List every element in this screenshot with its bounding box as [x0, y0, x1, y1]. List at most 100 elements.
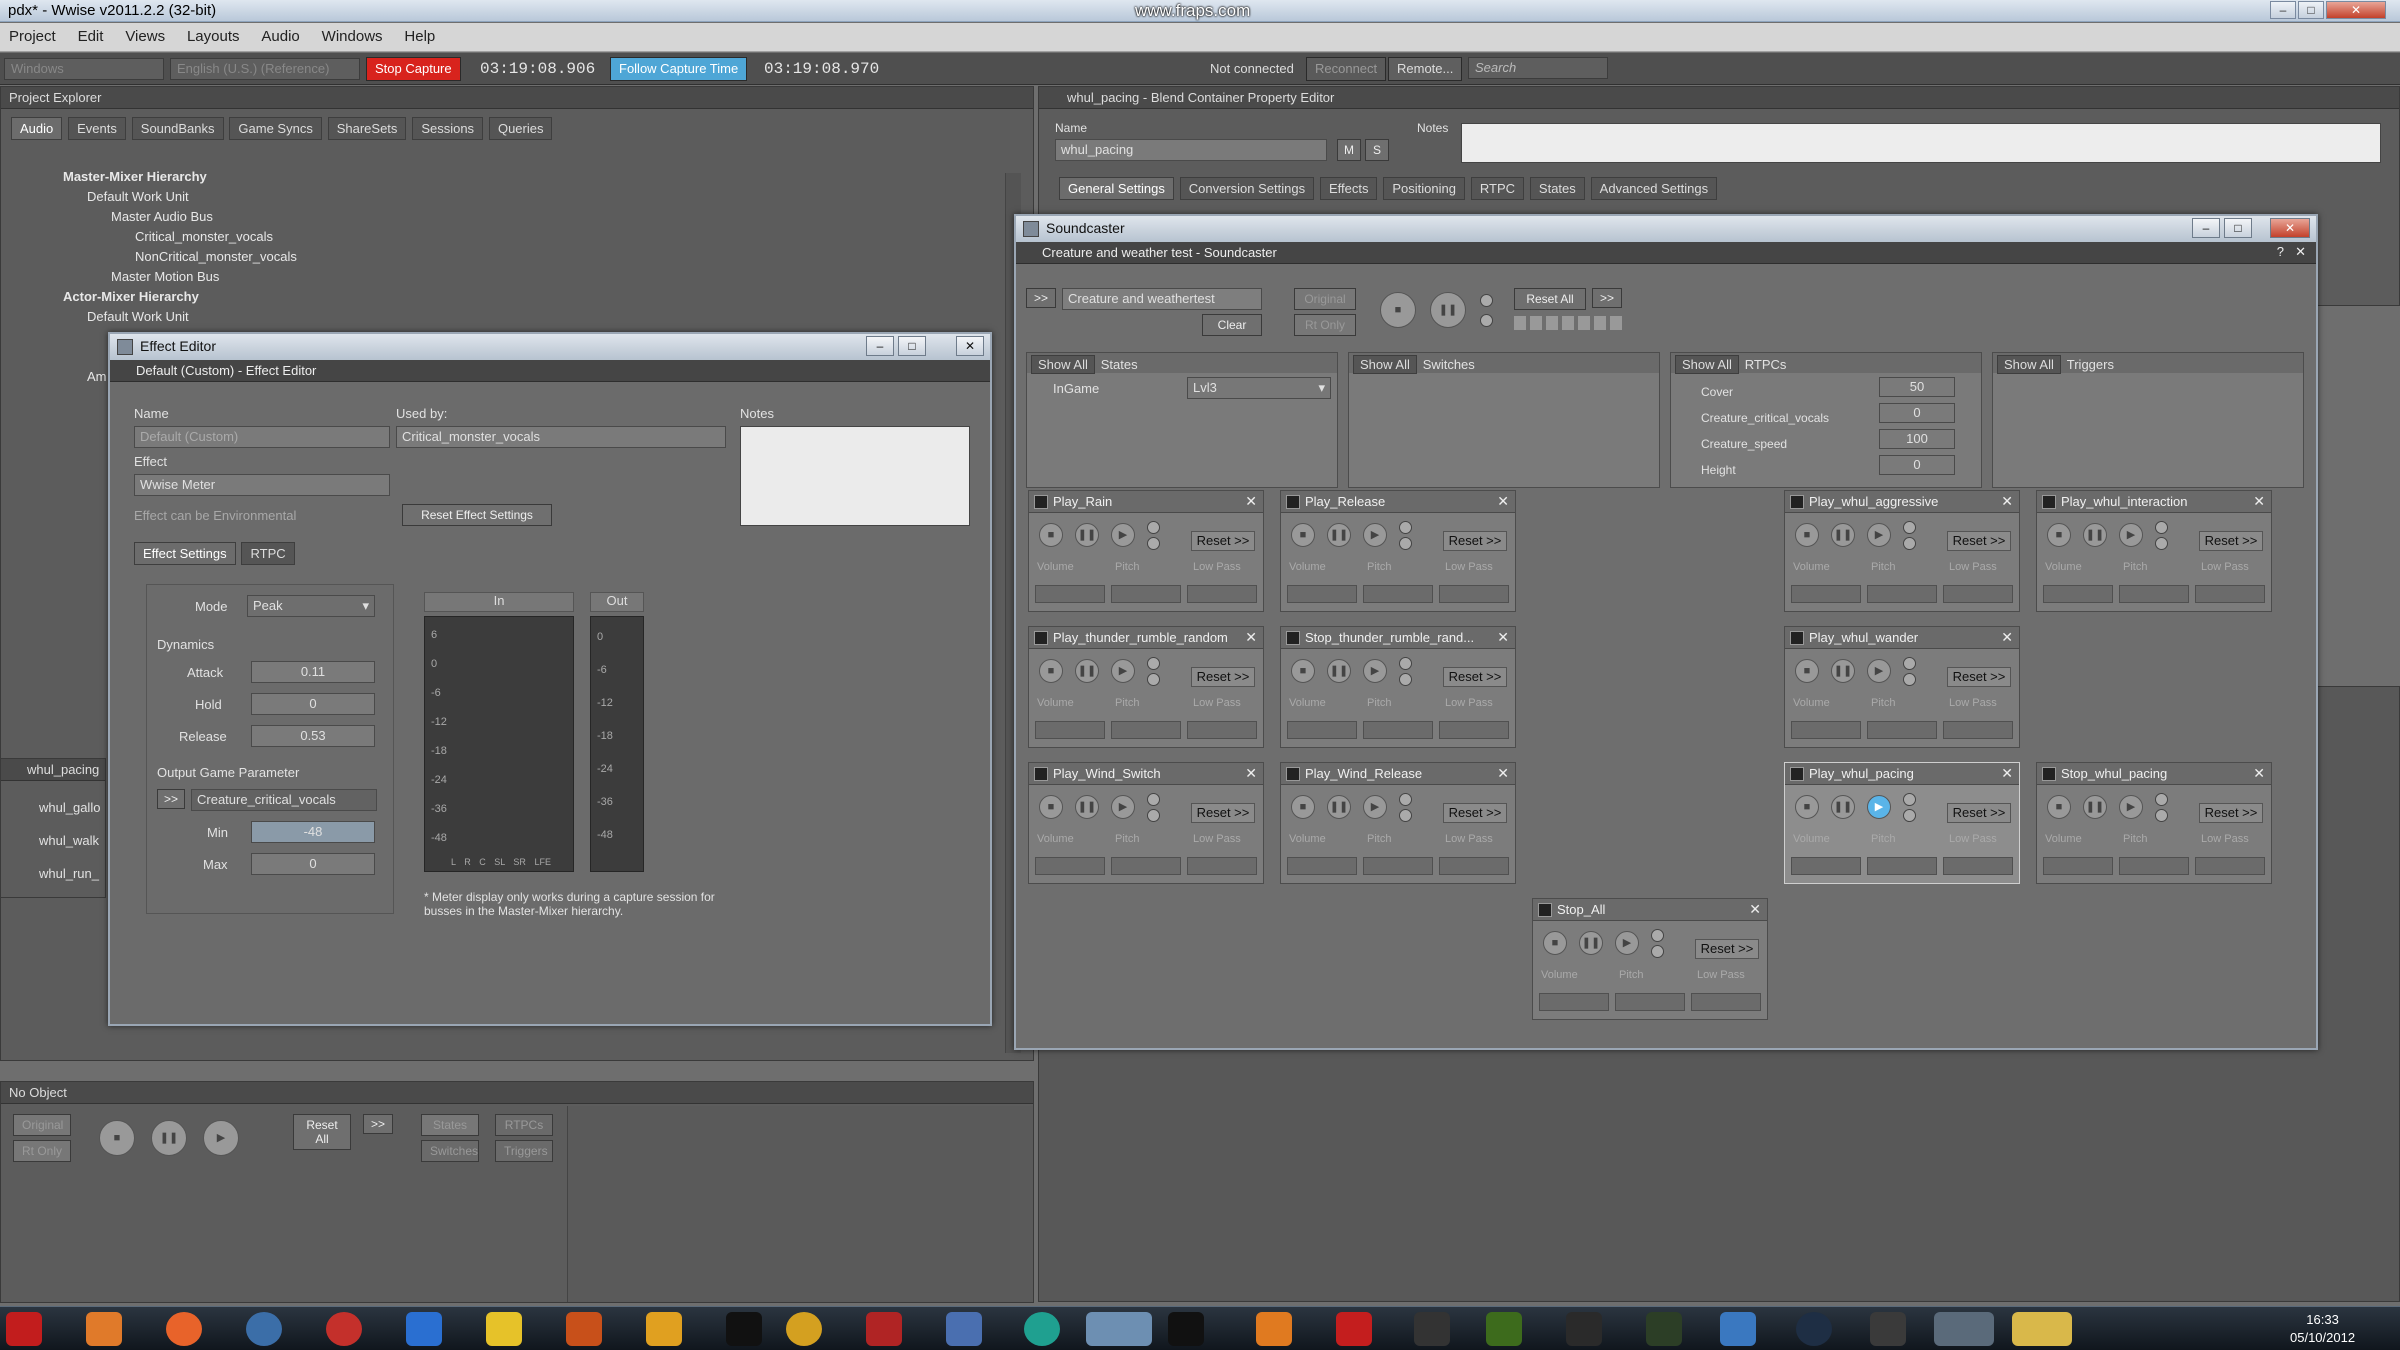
knob-icon[interactable]	[1903, 521, 1916, 534]
knob-icon[interactable]	[1399, 537, 1412, 550]
modifier-icons[interactable]	[1514, 316, 1624, 330]
close-icon[interactable]: ✕	[2001, 493, 2013, 510]
volume-slider[interactable]	[1035, 857, 1105, 875]
lowpass-slider[interactable]	[1943, 585, 2013, 603]
reset-all-button[interactable]: Reset All	[293, 1114, 351, 1150]
knob-icon[interactable]	[1903, 673, 1916, 686]
lowpass-slider[interactable]	[1943, 721, 2013, 739]
reconnect-button[interactable]: Reconnect	[1306, 57, 1387, 81]
stop-icon[interactable]: ■	[99, 1120, 135, 1156]
volume-slider[interactable]	[1287, 585, 1357, 603]
rtpc-cover-slider[interactable]: 50	[1879, 377, 1955, 397]
knob-icon[interactable]	[2155, 809, 2168, 822]
app-icon[interactable]	[326, 1312, 362, 1346]
knob-icon[interactable]	[1651, 945, 1664, 958]
tree-default-work-unit[interactable]: Default Work Unit	[21, 187, 297, 207]
app-icon[interactable]	[1934, 1312, 1994, 1346]
solo-button[interactable]: S	[1365, 139, 1389, 161]
app-icon[interactable]	[786, 1312, 822, 1346]
knob-icon[interactable]	[2155, 793, 2168, 806]
states-button[interactable]: States	[421, 1114, 479, 1136]
minimize-button[interactable]: –	[866, 336, 894, 356]
tree-actor-mixer[interactable]: Actor-Mixer Hierarchy	[21, 287, 297, 307]
lowpass-slider[interactable]	[1943, 857, 2013, 875]
tab-game-syncs[interactable]: Game Syncs	[229, 117, 322, 140]
rtpc-critical-slider[interactable]: 0	[1879, 403, 1955, 423]
search-input[interactable]: Search	[1468, 57, 1608, 79]
pause-icon[interactable]: ❚❚	[2083, 795, 2107, 819]
steam-icon[interactable]	[726, 1312, 762, 1346]
knob-icon[interactable]	[1147, 521, 1160, 534]
pitch-slider[interactable]	[1867, 585, 1937, 603]
app-icon[interactable]	[1646, 1312, 1682, 1346]
close-icon[interactable]: ✕	[1245, 765, 1257, 782]
tab-positioning[interactable]: Positioning	[1383, 177, 1465, 200]
stop-icon[interactable]: ■	[1291, 659, 1315, 683]
reset-effect-settings-button[interactable]: Reset Effect Settings	[402, 504, 552, 526]
rtpcs-button[interactable]: RTPCs	[495, 1114, 553, 1136]
ogp-field[interactable]: Creature_critical_vocals	[191, 789, 377, 811]
knob-icon[interactable]	[1399, 809, 1412, 822]
switches-show-all-button[interactable]: Show All	[1353, 355, 1417, 374]
reset-button[interactable]: Reset >>	[1695, 939, 1759, 959]
more-button[interactable]: >>	[363, 1114, 393, 1134]
close-icon[interactable]: ✕	[1497, 629, 1509, 646]
play-icon[interactable]: ▶	[1111, 795, 1135, 819]
close-icon[interactable]: ✕	[1749, 901, 1761, 918]
reset-button[interactable]: Reset >>	[2199, 803, 2263, 823]
stop-icon[interactable]: ■	[2047, 523, 2071, 547]
pitch-slider[interactable]	[2119, 857, 2189, 875]
list-item[interactable]: whul_gallo	[39, 791, 105, 824]
knob-icon[interactable]	[2155, 521, 2168, 534]
app-icon[interactable]	[866, 1312, 902, 1346]
lowpass-slider[interactable]	[1439, 857, 1509, 875]
pause-icon[interactable]: ❚❚	[1831, 659, 1855, 683]
volume-slider[interactable]	[1791, 857, 1861, 875]
attack-slider[interactable]: 0.11	[251, 661, 375, 683]
tab-sharesets[interactable]: ShareSets	[327, 117, 407, 140]
pause-icon[interactable]: ❚❚	[1327, 659, 1351, 683]
reset-button[interactable]: Reset >>	[1443, 803, 1507, 823]
pe-name-field[interactable]: whul_pacing	[1055, 139, 1327, 161]
play-icon[interactable]: ▶	[203, 1120, 239, 1156]
switches-button[interactable]: Switches	[421, 1140, 479, 1162]
knob-icon[interactable]	[1903, 537, 1916, 550]
play-icon[interactable]: ▶	[1615, 931, 1639, 955]
tab-audio[interactable]: Audio	[11, 117, 63, 140]
pause-icon[interactable]: ❚❚	[1831, 523, 1855, 547]
volume-slider[interactable]	[2043, 857, 2113, 875]
knob-icon[interactable]	[2155, 537, 2168, 550]
app-icon[interactable]	[946, 1312, 982, 1346]
menu-edit[interactable]: Edit	[69, 23, 113, 50]
list-item[interactable]: whul_walk	[39, 824, 105, 857]
pitch-slider[interactable]	[1867, 857, 1937, 875]
environmental-checkbox[interactable]: Effect can be Environmental	[134, 508, 296, 523]
rtpcs-show-all-button[interactable]: Show All	[1675, 355, 1739, 374]
play-icon[interactable]: ▶	[1363, 795, 1387, 819]
app-icon[interactable]	[1566, 1312, 1602, 1346]
close-icon[interactable]: ✕	[1497, 765, 1509, 782]
play-icon[interactable]: ▶	[1363, 659, 1387, 683]
effect-type-field[interactable]: Wwise Meter	[134, 474, 390, 496]
app-icon[interactable]	[6, 1312, 42, 1346]
tab-general-settings[interactable]: General Settings	[1059, 177, 1174, 200]
close-icon[interactable]: ✕	[1245, 493, 1257, 510]
platform-select[interactable]: Windows	[4, 58, 164, 80]
close-icon[interactable]: ✕	[2001, 629, 2013, 646]
stop-icon[interactable]: ■	[1291, 523, 1315, 547]
tab-effects[interactable]: Effects	[1319, 177, 1378, 200]
firefox-icon[interactable]	[166, 1312, 202, 1346]
volume-slider[interactable]	[1287, 857, 1357, 875]
tab-effect-settings[interactable]: Effect Settings	[134, 542, 236, 565]
reset-button[interactable]: Reset >>	[2199, 531, 2263, 551]
app-icon[interactable]	[646, 1312, 682, 1346]
tab-rtpc[interactable]: RTPC	[241, 542, 295, 565]
minimize-button[interactable]: –	[2192, 218, 2220, 238]
follow-capture-time-button[interactable]: Follow Capture Time	[610, 57, 748, 81]
close-icon[interactable]: ✕	[2253, 493, 2265, 510]
volume-slider[interactable]	[1539, 993, 1609, 1011]
volume-slider[interactable]	[1287, 721, 1357, 739]
pause-icon[interactable]: ❚❚	[1430, 292, 1466, 328]
stop-icon[interactable]: ■	[1795, 795, 1819, 819]
language-select[interactable]: English (U.S.) (Reference)	[170, 58, 360, 80]
